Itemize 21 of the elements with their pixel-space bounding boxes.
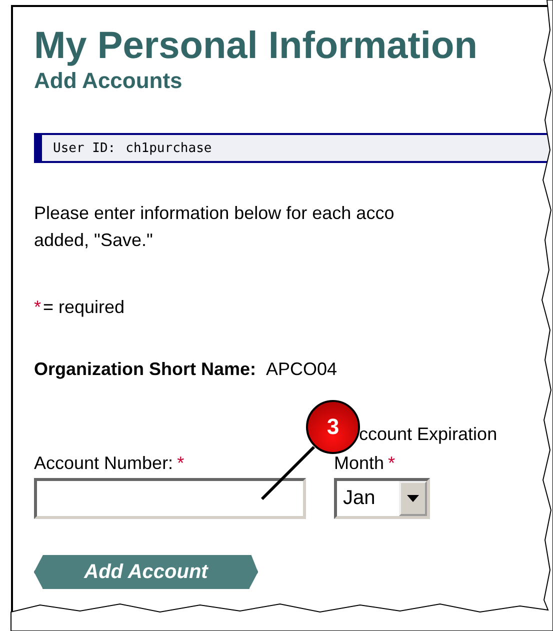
required-mark: *	[34, 297, 42, 318]
organization-label: Organization Short Name:	[34, 359, 256, 380]
month-dropdown[interactable]: Jan	[334, 478, 430, 519]
add-account-button[interactable]: Add Account	[34, 555, 258, 589]
instruction-text: Please enter information below for each acco	[34, 202, 396, 225]
account-number-field[interactable]	[34, 478, 306, 519]
step-number-badge: 3	[306, 400, 360, 454]
user-id-label: User ID:	[53, 140, 116, 156]
required-note: = required	[43, 297, 125, 318]
required-mark: *	[177, 453, 184, 474]
required-mark: *	[388, 453, 396, 474]
dropdown-arrow-icon	[407, 495, 419, 502]
leader-line	[260, 445, 316, 501]
expiration-heading: ccount Expiration	[359, 424, 498, 445]
organization-value: APCO04	[266, 359, 338, 380]
page-subtitle: Add Accounts	[34, 68, 184, 94]
field-label: Month	[334, 453, 384, 474]
instruction-text: added, "Save."	[34, 229, 154, 252]
page-title: My Personal Information	[34, 24, 478, 68]
user-id-value: ch1purchase	[126, 140, 212, 156]
field-label: Account Number:	[34, 453, 174, 474]
